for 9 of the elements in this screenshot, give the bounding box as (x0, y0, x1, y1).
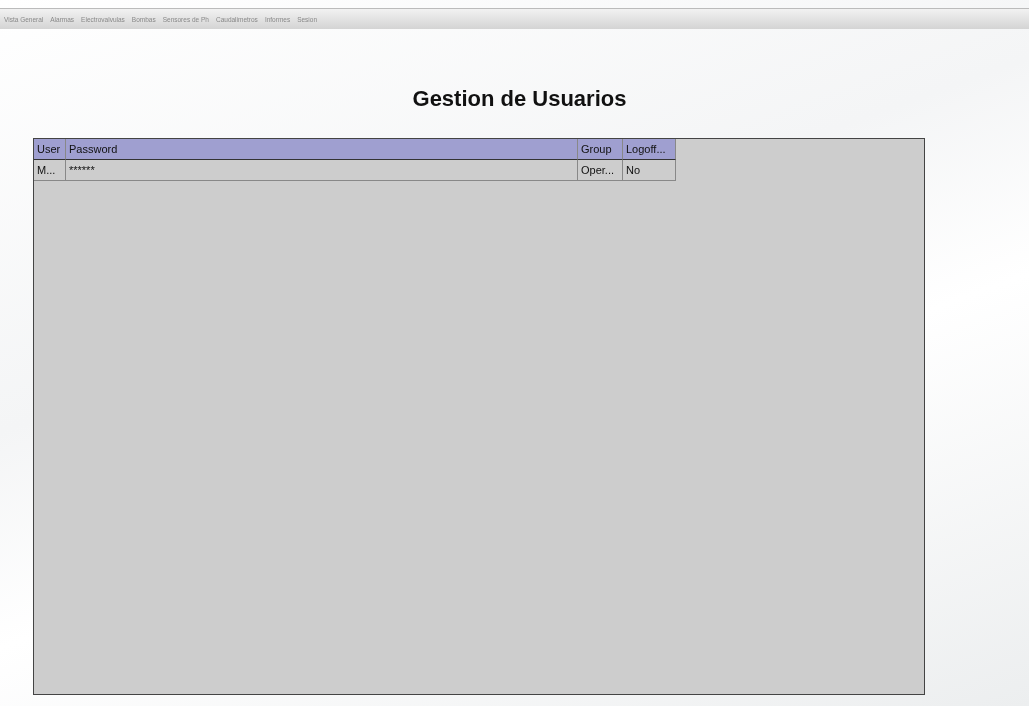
table-cell: ****** (66, 160, 578, 181)
table-cell: Oper... (578, 160, 623, 181)
page-title: Gestion de Usuarios (411, 86, 628, 112)
column-header[interactable]: Password (66, 139, 578, 160)
column-header[interactable]: Logoff... (623, 139, 676, 160)
table-cell: M... (34, 160, 66, 181)
column-header[interactable]: User (34, 139, 66, 160)
table-cell: No (623, 160, 676, 181)
column-header[interactable]: Group (578, 139, 623, 160)
